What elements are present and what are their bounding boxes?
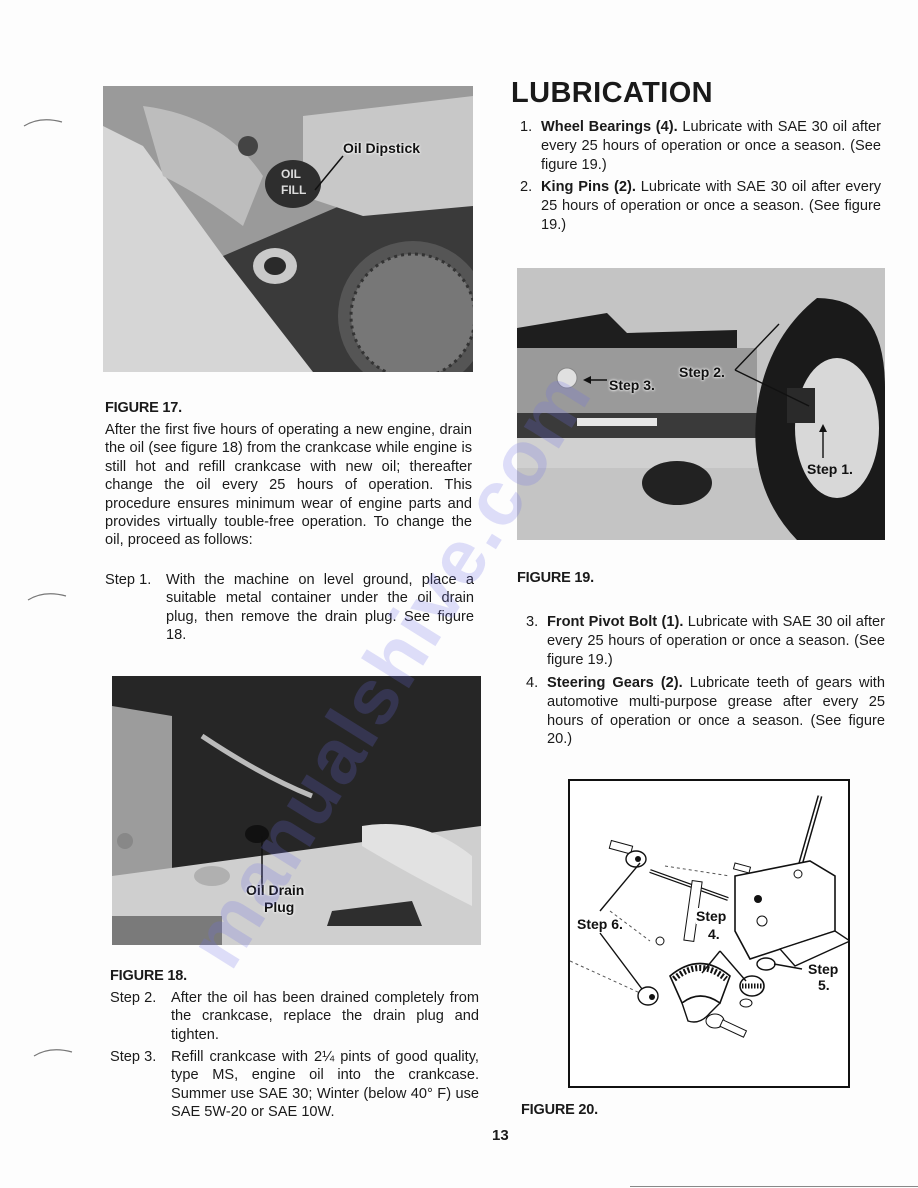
oil-fill-cap-label-1: OIL [281,167,301,181]
margin-mark-middle [27,593,67,601]
item-2-body: King Pins (2). Lubricate with SAE 30 oil… [541,178,881,234]
item-4-number: 4. [526,675,539,691]
oil-fill-cap-label-2: FILL [281,183,306,197]
figure-19-step-1-callout: Step 1. [807,461,853,477]
oil-drain-plug-callout-line2: Plug [264,899,295,915]
item-3-body: Front Pivot Bolt (1). Lubricate with SAE… [547,613,885,669]
step-6-arrow-upper [599,862,641,912]
step-3-label: Step 3. [110,1049,157,1065]
step-3-text: Refill crankcase with 2¼ pints of good q… [171,1049,479,1121]
step-6-arrow-lower [599,932,643,990]
figure-18-caption: FIGURE 18. [110,968,187,984]
margin-mark-bottom [33,1049,73,1057]
bushing [637,986,659,1006]
step-6-callout: Step 6. [577,916,623,932]
figure-20-diagram: Step 6. Step 4. Step 5. [568,779,850,1088]
figure-19-photo: Step 3. Step 2. Step 1. [517,268,885,540]
oil-dipstick-callout: Oil Dipstick [343,140,421,156]
step-2-label: Step 2. [110,990,157,1006]
figure-19-caption: FIGURE 19. [517,570,594,586]
lubrication-item-2: 2. King Pins (2). Lubricate with SAE 30 … [520,178,882,236]
figure-18-photo: Oil Drain Plug [112,676,481,945]
step-5-callout-line2: 5. [818,977,830,993]
lubrication-item-4: 4. Steering Gears (2). Lubricate teeth o… [526,674,886,750]
item-3-lead: Front Pivot Bolt (1). [547,614,684,630]
step-4-callout-line1: Step [696,908,727,924]
step-1-label: Step 1. [105,572,152,588]
item-3-number: 3. [526,614,539,630]
figure-17-photo: OIL FILL Oil Dipstick [103,86,473,372]
step-5-callout-line1: Step [808,961,839,977]
step-2-text: After the oil has been drained completel… [171,990,479,1043]
bolt-top-left [608,839,634,855]
step-4-callout-line2: 4. [708,926,720,942]
figure-17-caption: FIGURE 17. [105,400,182,416]
oil-change-intro-paragraph: After the first five hours of operating … [105,422,472,549]
step-2: Step 2. After the oil has been drained c… [110,989,480,1047]
step-1: Step 1. With the machine on level ground… [105,571,475,645]
oil-drain-plug-callout-line1: Oil Drain [246,882,305,898]
lubrication-item-3: 3. Front Pivot Bolt (1). Lubricate with … [526,613,886,671]
page-number: 13 [492,1127,509,1144]
lubrication-item-1: 1. Wheel Bearings (4). Lubricate with SA… [520,118,882,176]
margin-mark-top [23,119,63,127]
item-1-lead: Wheel Bearings (4). [541,119,678,135]
item-1-body: Wheel Bearings (4). Lubricate with SAE 3… [541,118,881,174]
item-1-number: 1. [520,119,533,135]
item-2-number: 2. [520,179,533,195]
figure-20-caption: FIGURE 20. [521,1102,598,1118]
scan-edge-line [630,1186,918,1187]
step-1-text: With the machine on level ground, place … [166,572,474,644]
item-4-body: Steering Gears (2). Lubricate teeth of g… [547,674,885,749]
item-2-lead: King Pins (2). [541,179,636,195]
figure-19-step-3-callout: Step 3. [609,377,655,393]
step-3: Step 3. Refill crankcase with 2¼ pints o… [110,1048,480,1124]
section-heading: LUBRICATION [511,77,714,109]
item-4-lead: Steering Gears (2). [547,675,683,691]
figure-19-step-2-callout: Step 2. [679,364,725,380]
